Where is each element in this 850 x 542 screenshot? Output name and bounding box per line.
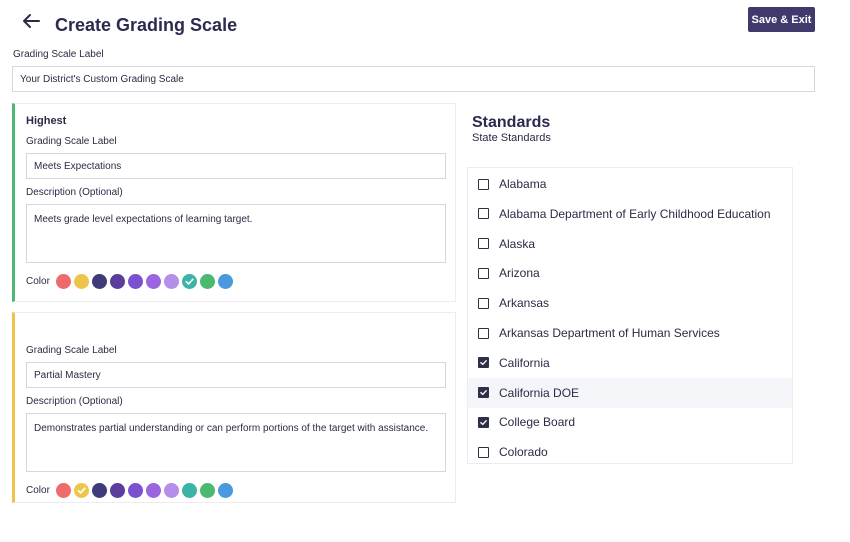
color-caption: Color — [26, 276, 50, 287]
color-swatch[interactable] — [163, 274, 179, 289]
checkbox[interactable] — [478, 208, 489, 220]
standard-label: Alabama — [499, 177, 547, 191]
standard-label: College Board — [499, 415, 576, 430]
check-icon — [480, 360, 487, 366]
color-swatch[interactable] — [199, 483, 215, 498]
standards-title: Standards — [472, 114, 551, 131]
color-picker: Color — [26, 483, 236, 498]
level-label-input[interactable] — [26, 362, 446, 388]
checkbox-checked[interactable] — [478, 416, 489, 428]
color-swatch[interactable] — [199, 274, 215, 289]
color-swatch[interactable] — [55, 274, 71, 289]
color-swatch[interactable] — [55, 483, 71, 498]
standard-item[interactable]: Colorado — [468, 437, 792, 467]
color-swatch[interactable] — [163, 483, 179, 498]
standards-list: Alabama Alabama Department of Early Child… — [467, 167, 793, 464]
color-swatch-selected[interactable] — [181, 274, 197, 289]
color-swatch[interactable] — [127, 483, 143, 498]
standard-item[interactable]: Alabama Department of Early Childhood Ed… — [468, 199, 792, 229]
description-textarea[interactable]: Meets grade level expectations of learni… — [26, 204, 446, 263]
level-label-caption: Grading Scale Label — [26, 136, 117, 147]
color-swatch[interactable] — [109, 274, 125, 289]
color-swatch[interactable] — [217, 483, 233, 498]
color-caption: Color — [26, 485, 50, 496]
standard-label: Arizona — [499, 266, 540, 281]
color-swatch[interactable] — [145, 274, 161, 289]
level-label-caption: Grading Scale Label — [26, 345, 117, 356]
color-swatch[interactable] — [73, 274, 89, 289]
checkbox[interactable] — [478, 297, 489, 309]
description-caption: Description (Optional) — [26, 396, 123, 407]
check-icon — [480, 390, 487, 396]
color-swatch-selected[interactable] — [73, 483, 89, 498]
description-textarea[interactable]: Demonstrates partial understanding or ca… — [26, 413, 446, 472]
color-picker: Color — [26, 274, 236, 289]
standard-item[interactable]: College Board — [468, 407, 792, 437]
checkbox[interactable] — [478, 446, 489, 458]
standard-item[interactable]: California DOE — [468, 377, 792, 408]
checkbox[interactable] — [478, 238, 489, 250]
standard-label: Alaska — [499, 236, 536, 251]
level-label-input[interactable] — [26, 153, 446, 179]
description-caption: Description (Optional) — [26, 187, 123, 198]
checkbox[interactable] — [478, 267, 489, 279]
color-swatch[interactable] — [127, 274, 143, 289]
standard-item[interactable]: Alabama — [468, 169, 792, 199]
grading-level-card: Highest Grading Scale Label Description … — [12, 103, 456, 302]
standard-label: Arkansas — [499, 296, 550, 311]
checkbox[interactable] — [478, 178, 489, 190]
standard-item[interactable]: California — [468, 348, 792, 378]
checkbox-checked[interactable] — [478, 357, 489, 369]
color-swatch[interactable] — [91, 483, 107, 498]
checkbox[interactable] — [478, 327, 489, 339]
standard-item[interactable]: Arizona — [468, 258, 792, 288]
standard-label: California DOE — [499, 385, 580, 400]
standard-item[interactable]: Alaska — [468, 229, 792, 259]
back-arrow-icon[interactable] — [20, 11, 42, 31]
color-swatch[interactable] — [181, 483, 197, 498]
grading-scale-name-input[interactable] — [12, 66, 815, 92]
checkbox-checked[interactable] — [478, 387, 489, 399]
check-icon — [185, 278, 194, 285]
check-icon — [77, 487, 86, 494]
color-swatch[interactable] — [145, 483, 161, 498]
level-heading: Highest — [26, 115, 67, 127]
color-swatch[interactable] — [109, 483, 125, 498]
standard-item[interactable]: Arkansas — [468, 288, 792, 318]
standard-label: Alabama Department of Early Childhood Ed… — [499, 206, 771, 221]
grading-scale-label-caption: Grading Scale Label — [13, 49, 104, 60]
page-title: Create Grading Scale — [55, 15, 238, 35]
standard-label: California — [499, 355, 550, 370]
standard-item[interactable]: Arkansas Department of Human Services — [468, 318, 792, 348]
color-swatch[interactable] — [217, 274, 233, 289]
check-icon — [480, 419, 487, 426]
standards-subtitle: State Standards — [472, 132, 551, 144]
color-swatch[interactable] — [91, 274, 107, 289]
standard-label: Colorado — [499, 445, 548, 460]
grading-level-card: Grading Scale Label Description (Optiona… — [12, 312, 456, 503]
standard-label: Arkansas Department of Human Services — [499, 326, 720, 340]
save-exit-button[interactable]: Save & Exit — [748, 7, 815, 32]
